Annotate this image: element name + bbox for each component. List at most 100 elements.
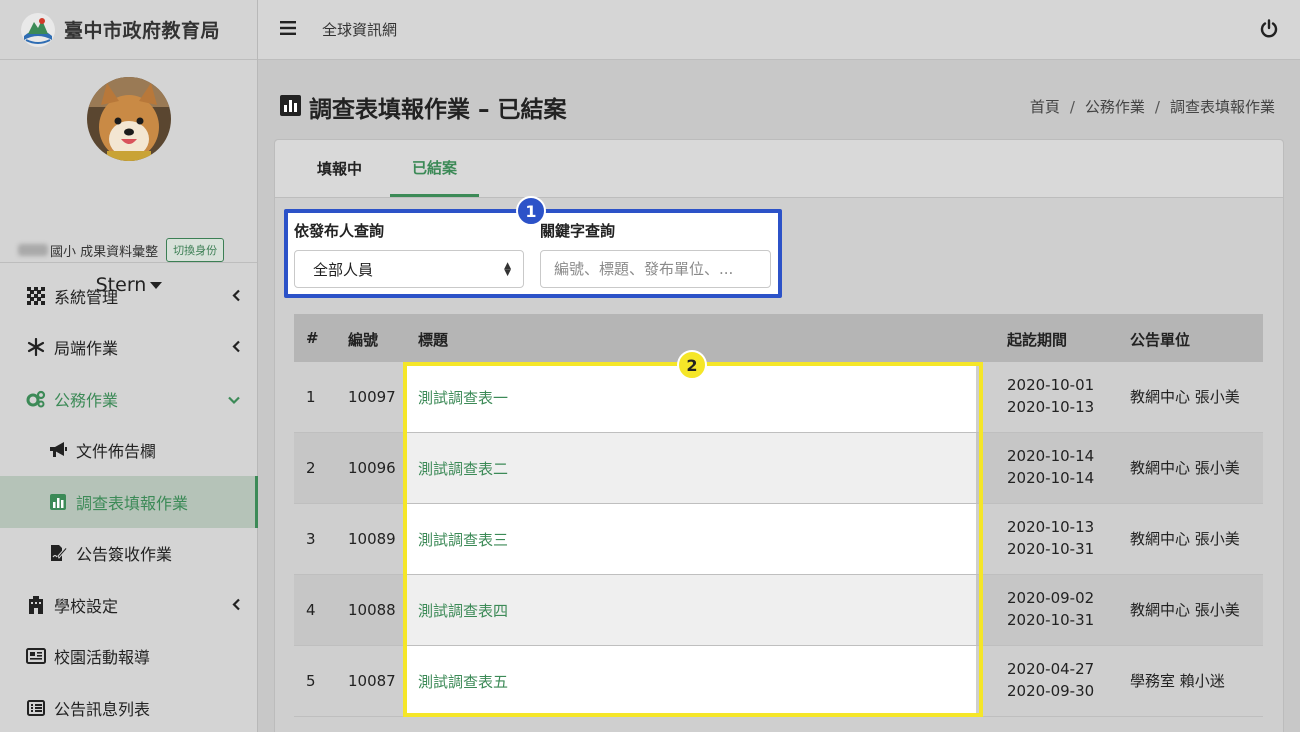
row-period: 2020-10-14 2020-10-14	[1007, 445, 1094, 489]
tab-closed[interactable]: 已結案	[390, 140, 480, 197]
row-period: 2020-09-02 2020-10-31	[1007, 587, 1094, 631]
publisher-select-value: 全部人員	[313, 260, 374, 279]
keyword-search-input[interactable]	[540, 250, 771, 288]
nav-item-school-settings[interactable]: 學校設定	[0, 579, 258, 631]
callout-badge-1: 1	[516, 196, 546, 226]
row-unit: 教網中心 張小美	[1130, 459, 1240, 477]
breadcrumb-official-ops[interactable]: 公務作業	[1085, 98, 1145, 116]
sidebar-nav: 系統管理 局端作業 公務作業 文件佈告欄 調查表填報作業 公告簽收作業 學校設定…	[0, 270, 258, 732]
power-icon[interactable]	[1260, 19, 1278, 43]
breadcrumb: 首頁 / 公務作業 / 調查表填報作業	[1029, 98, 1275, 116]
bar-chart-icon	[280, 94, 301, 120]
period-end: 2020-10-31	[1007, 540, 1095, 558]
period-start: 2020-04-27	[1007, 660, 1095, 678]
chevron-down-icon	[228, 389, 240, 408]
nav-label: 文件佈告欄	[76, 442, 157, 462]
breadcrumb-current: 調查表填報作業	[1169, 98, 1275, 116]
dog-avatar-image	[87, 77, 171, 161]
row-id: 10096	[348, 459, 396, 477]
survey-title-link[interactable]: 測試調查表二	[418, 458, 508, 479]
school-icon	[26, 595, 46, 614]
bar-chart-icon	[48, 493, 68, 511]
row-period: 2020-10-01 2020-10-13	[1007, 374, 1094, 418]
role-text: 國小 成果資料彙整	[50, 244, 159, 260]
nav-label: 公務作業	[54, 390, 119, 410]
row-title-cell: 測試調查表五	[406, 646, 976, 716]
row-id: 10097	[348, 388, 396, 406]
row-title-cell: 測試調查表四	[406, 575, 976, 645]
table-row: 2 10096 測試調查表二 2020-10-14 2020-10-14 教網中心…	[294, 433, 1263, 504]
row-index: 1	[306, 388, 316, 406]
col-header-title: 標題	[418, 331, 449, 349]
period-start: 2020-10-13	[1007, 518, 1095, 536]
col-header-period: 起訖期間	[1007, 331, 1068, 349]
row-id: 10089	[348, 530, 396, 548]
table-header: # 編號 標題 起訖期間 公告單位	[294, 314, 1263, 362]
nav-item-campus-news[interactable]: 校園活動報導	[0, 631, 258, 683]
user-panel: 國小 成果資料彙整 切換身份 Stern	[0, 60, 257, 296]
page-title: 調查表填報作業 – 已結案	[309, 97, 567, 123]
nav-label: 公告簽收作業	[76, 545, 173, 565]
chevron-left-icon	[232, 286, 240, 305]
row-period: 2020-04-27 2020-09-30	[1007, 658, 1094, 702]
row-id: 10087	[348, 672, 396, 690]
row-unit: 教網中心 張小美	[1130, 388, 1240, 406]
tab-in-progress[interactable]: 填報中	[295, 140, 384, 197]
signature-icon	[48, 544, 68, 562]
col-header-unit: 公告單位	[1130, 331, 1191, 349]
hamburger-menu-icon[interactable]	[280, 20, 296, 39]
keyword-filter-label: 關鍵字查詢	[540, 222, 616, 240]
row-title-cell: 測試調查表三	[406, 504, 976, 574]
nav-item-bureau-ops[interactable]: 局端作業	[0, 322, 258, 374]
chevron-left-icon	[232, 338, 240, 357]
nav-label: 局端作業	[54, 339, 119, 359]
grid-icon	[26, 286, 46, 305]
period-start: 2020-09-02	[1007, 589, 1095, 607]
brand[interactable]: 臺中市政府教育局	[0, 0, 257, 60]
nav-item-announcement-list[interactable]: 公告訊息列表	[0, 682, 258, 732]
brand-title: 臺中市政府教育局	[64, 20, 221, 42]
page-header: 調查表填報作業 – 已結案	[280, 90, 567, 124]
nav-item-official-ops[interactable]: 公務作業	[0, 373, 258, 425]
row-title-cell: 測試調查表二	[406, 433, 976, 503]
nav-label: 公告訊息列表	[54, 699, 151, 719]
topbar: 全球資訊網	[258, 0, 1300, 60]
publisher-select[interactable]: 全部人員 ▲ ▼	[294, 250, 524, 288]
period-end: 2020-10-31	[1007, 611, 1095, 629]
global-website-link[interactable]: 全球資訊網	[322, 19, 397, 40]
row-index: 5	[306, 672, 316, 690]
nav-item-document-board[interactable]: 文件佈告欄	[0, 425, 258, 477]
period-start: 2020-10-14	[1007, 447, 1095, 465]
snowflake-icon	[26, 338, 46, 357]
row-unit: 教網中心 張小美	[1130, 601, 1240, 619]
chevron-left-icon	[232, 595, 240, 614]
table-row: 3 10089 測試調查表三 2020-10-13 2020-10-31 教網中心…	[294, 504, 1263, 575]
newspaper-icon	[26, 647, 46, 665]
survey-title-link[interactable]: 測試調查表五	[418, 671, 508, 692]
role-line: 國小 成果資料彙整 切換身份	[18, 238, 225, 262]
redacted-school	[18, 244, 48, 256]
period-start: 2020-10-01	[1007, 376, 1095, 394]
nav-item-survey-filing[interactable]: 調查表填報作業	[0, 476, 258, 528]
publisher-filter-label: 依發布人查詢	[294, 222, 385, 240]
table-row: 5 10087 測試調查表五 2020-04-27 2020-09-30 學務室 …	[294, 646, 1263, 717]
switch-identity-button[interactable]: 切換身份	[166, 238, 225, 262]
nav-item-system-admin[interactable]: 系統管理	[0, 270, 258, 322]
sidebar: 臺中市政府教育局 國小 成果資料彙整 切換身份 Stern 系統管理 局端作業 …	[0, 0, 258, 732]
breadcrumb-home[interactable]: 首頁	[1030, 98, 1060, 116]
col-header-id: 編號	[348, 331, 379, 349]
nav-item-announcement-sign[interactable]: 公告簽收作業	[0, 528, 258, 580]
survey-title-link[interactable]: 測試調查表一	[418, 387, 508, 408]
period-end: 2020-10-13	[1007, 398, 1095, 416]
taichung-logo-icon	[21, 12, 55, 47]
table-row: 4 10088 測試調查表四 2020-09-02 2020-10-31 教網中心…	[294, 575, 1263, 646]
period-end: 2020-10-14	[1007, 469, 1095, 487]
survey-title-link[interactable]: 測試調查表四	[418, 600, 508, 621]
avatar[interactable]	[87, 77, 171, 161]
row-period: 2020-10-13 2020-10-31	[1007, 516, 1094, 560]
row-index: 3	[306, 530, 316, 548]
nav-label: 學校設定	[54, 596, 119, 616]
row-id: 10088	[348, 601, 396, 619]
survey-title-link[interactable]: 測試調查表三	[418, 529, 508, 550]
gears-icon	[26, 390, 46, 408]
